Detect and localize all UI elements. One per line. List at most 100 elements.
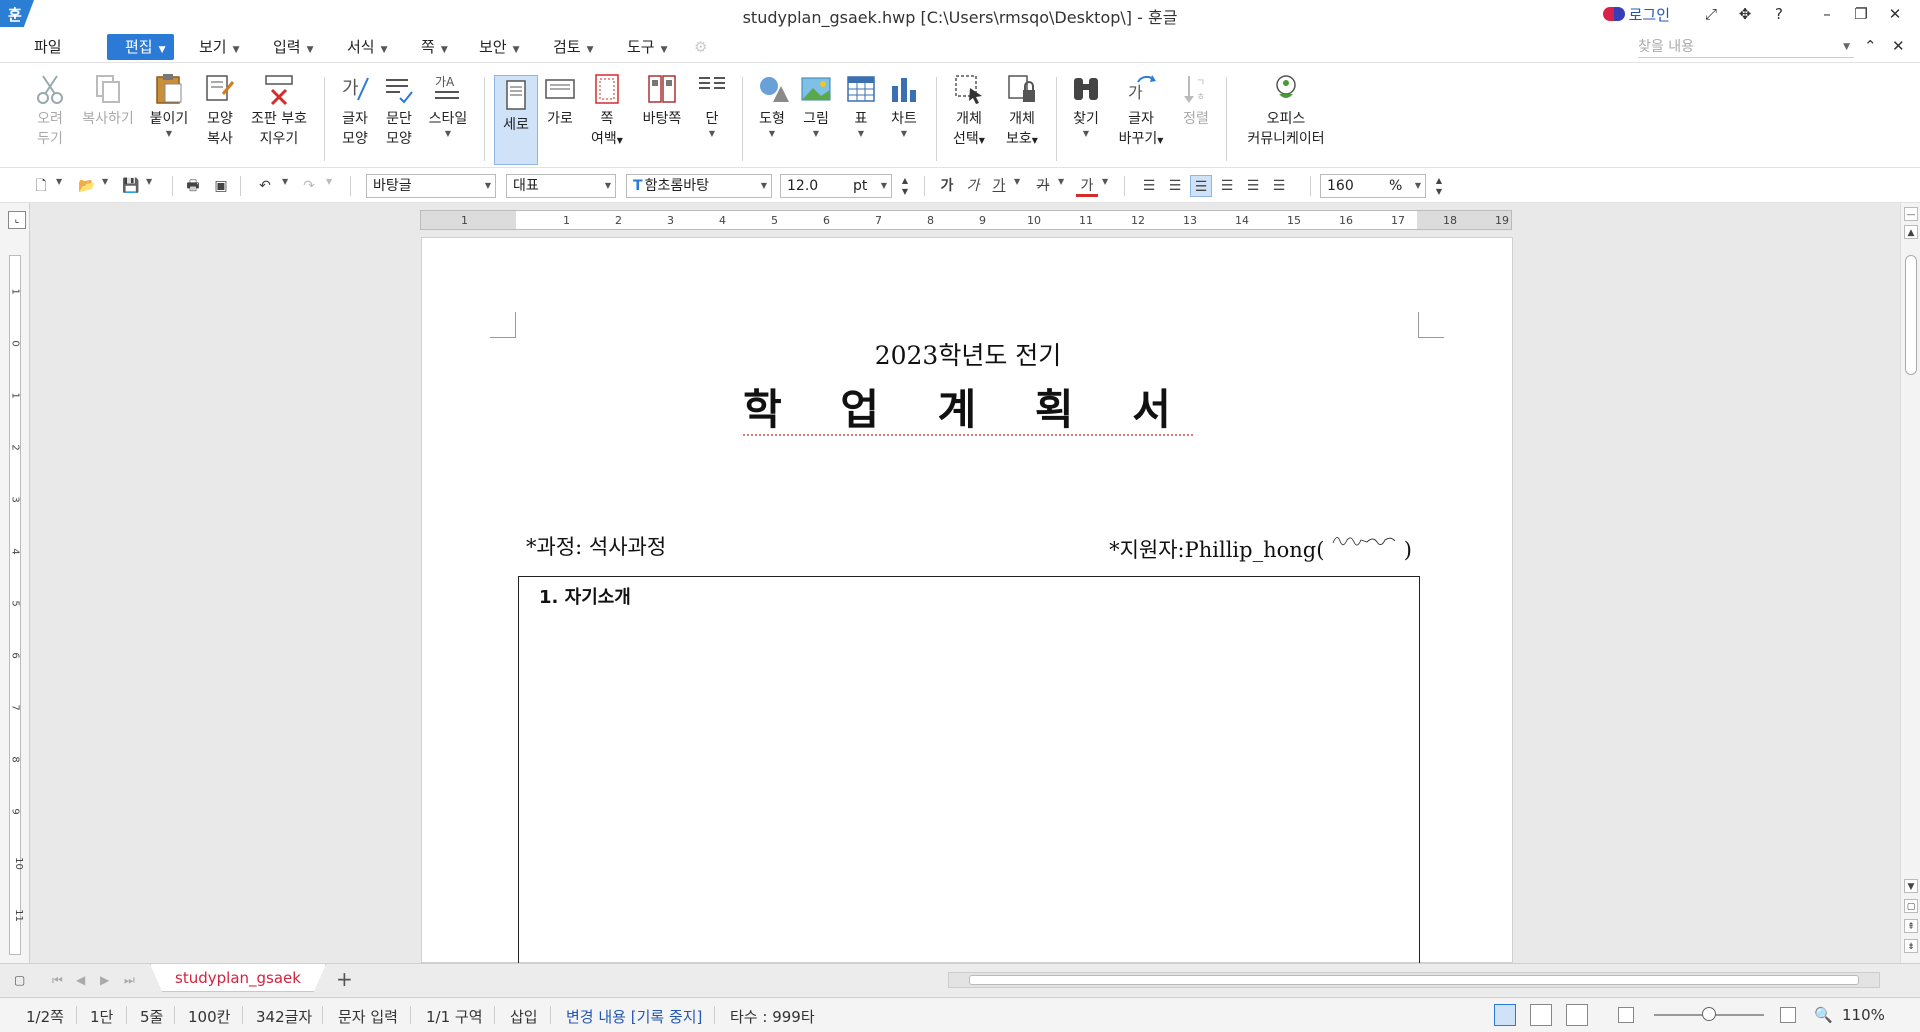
line-spacing-spinner[interactable]: ▲ ▼	[1428, 175, 1450, 197]
new-document-icon[interactable]: 🗋	[30, 175, 52, 197]
status-page[interactable]: 1/2쪽	[26, 1006, 64, 1027]
status-input-mode[interactable]: 문자 입력	[338, 1006, 398, 1027]
copy-button[interactable]: 복사하기	[78, 72, 138, 166]
align-center-icon[interactable]: ☰	[1190, 175, 1212, 197]
horizontal-scrollbar[interactable]	[948, 972, 1880, 988]
horizontal-ruler[interactable]: 1 1 2 3 4 5 6 7 8 9 10 11 12 13 14 15 16…	[420, 210, 1512, 230]
scrollbar-thumb[interactable]	[969, 975, 1859, 985]
next-tab-icon[interactable]: ▶	[100, 973, 109, 987]
last-tab-icon[interactable]: ⏭	[124, 973, 135, 988]
menu-view[interactable]: 보기 ▼	[199, 34, 240, 60]
align-justify-icon[interactable]: ☰	[1138, 175, 1160, 197]
chevron-down-icon[interactable]: ▼	[102, 177, 108, 186]
document-page[interactable]: 2023학년도 전기 학 업 계 획 서 *과정: 석사과정 *지원자:Phil…	[421, 237, 1513, 966]
chevron-down-icon[interactable]: ▼	[1102, 177, 1108, 186]
menu-extra-icon[interactable]: ⚙	[694, 34, 707, 60]
menu-format[interactable]: 서식 ▼	[347, 34, 388, 60]
chevron-down-icon[interactable]: ▼	[282, 177, 288, 186]
document-workspace[interactable]: ⌞ 1 0 1 2 3 4 5 6 7 8 9 10 11 1 1 2 3 4 …	[0, 203, 1920, 966]
font-size-spinner[interactable]: ▲ ▼	[894, 175, 916, 197]
prev-page-icon[interactable]: ⇞	[1904, 919, 1918, 933]
prev-tab-icon[interactable]: ◀	[76, 973, 85, 987]
page-view-icon[interactable]: ▢	[1904, 899, 1918, 913]
first-tab-icon[interactable]: ⏮	[52, 973, 63, 988]
align-distribute-icon[interactable]: ☰	[1242, 175, 1264, 197]
font-color-button[interactable]: 가	[1076, 175, 1098, 197]
office-communicator-button[interactable]: 오피스 커뮤니케이터	[1236, 72, 1336, 166]
print-preview-icon[interactable]: ▣	[210, 175, 232, 197]
cut-button[interactable]: 오려 두기	[28, 72, 72, 166]
select-object-button[interactable]: 개체 선택▼	[946, 72, 992, 166]
font-size-input[interactable]: 12.0 pt ▼	[780, 174, 892, 198]
status-track-changes[interactable]: 변경 내용 [기록 중지]	[566, 1006, 702, 1027]
restore-icon[interactable]: ❐	[1850, 3, 1872, 25]
menu-edit[interactable]: 편집 ▼	[107, 34, 174, 60]
tab-list-icon[interactable]: ▢	[14, 973, 25, 987]
font-select[interactable]: T 함초롬바탕 ▼	[626, 174, 772, 198]
find-input[interactable]: 찾을 내용 ▼	[1638, 36, 1854, 58]
chart-button[interactable]: 차트 ▼	[884, 72, 924, 166]
paste-button[interactable]: 붙이기 ▼	[146, 72, 192, 166]
background-page-button[interactable]: 바탕쪽	[638, 72, 686, 166]
zoom-in-icon[interactable]	[1780, 1007, 1796, 1023]
full-page-view-icon[interactable]	[1566, 1004, 1588, 1026]
line-spacing-input[interactable]: 160 % ▼	[1320, 174, 1426, 198]
split-view-icon[interactable]: ✥	[1734, 3, 1756, 25]
status-insert[interactable]: 삽입	[510, 1006, 538, 1027]
landscape-button[interactable]: 가로	[540, 72, 580, 166]
picture-button[interactable]: 그림 ▼	[796, 72, 836, 166]
align-split-icon[interactable]: ☰	[1268, 175, 1290, 197]
magnifier-icon[interactable]: 🔍	[1814, 1006, 1833, 1024]
bold-button[interactable]: 가	[936, 175, 958, 197]
zoom-slider-handle[interactable]	[1702, 1007, 1716, 1021]
chevron-down-icon[interactable]: ▼	[56, 177, 62, 186]
format-copy-button[interactable]: 모양 복사	[199, 72, 241, 166]
scrollbar-thumb[interactable]	[1905, 255, 1917, 375]
align-right-icon[interactable]: ☰	[1216, 175, 1238, 197]
align-left-icon[interactable]: ☰	[1164, 175, 1186, 197]
italic-button[interactable]: 가	[962, 175, 984, 197]
scroll-top-icon[interactable]: —	[1904, 207, 1918, 221]
ruler-toggle-icon[interactable]: ⌞	[8, 211, 26, 229]
scroll-up-icon[interactable]: ▲	[1904, 225, 1918, 239]
close-icon[interactable]: ✕	[1884, 3, 1906, 25]
menu-tools[interactable]: 도구 ▼	[627, 34, 668, 60]
help-icon[interactable]: ?	[1768, 3, 1790, 25]
zoom-level[interactable]: 110%	[1842, 1006, 1885, 1024]
scroll-down-icon[interactable]: ▼	[1904, 879, 1918, 893]
language-select[interactable]: 대표 ▼	[506, 174, 616, 198]
close-icon[interactable]: ✕	[1892, 37, 1905, 55]
tab-studyplan[interactable]: studyplan_gsaek	[150, 964, 326, 992]
para-shape-button[interactable]: 문단 모양	[377, 72, 421, 166]
chevron-down-icon[interactable]: ▼	[1058, 177, 1064, 186]
save-icon[interactable]: 💾	[120, 175, 142, 197]
chevron-down-icon[interactable]: ▼	[1014, 177, 1020, 186]
zoom-out-icon[interactable]	[1618, 1007, 1634, 1023]
login-button[interactable]: 로그인	[1602, 4, 1670, 25]
menu-security[interactable]: 보안 ▼	[479, 34, 520, 60]
columns-button[interactable]: 단 ▼	[694, 72, 730, 166]
open-folder-icon[interactable]: 📂	[76, 175, 98, 197]
menu-file[interactable]: 파일	[34, 34, 62, 60]
strikethrough-button[interactable]: 가	[1032, 175, 1054, 197]
style-button[interactable]: 가A 스타일 ▼	[424, 72, 472, 166]
redo-icon[interactable]: ↷	[298, 175, 320, 197]
normal-view-icon[interactable]	[1494, 1004, 1516, 1026]
sort-button[interactable]: ㄱㅎ 정렬	[1176, 72, 1216, 166]
next-page-icon[interactable]: ⇟	[1904, 939, 1918, 953]
menu-review[interactable]: 검토 ▼	[553, 34, 594, 60]
protect-object-button[interactable]: 개체 보호▼	[998, 72, 1046, 166]
add-tab-button[interactable]: +	[336, 967, 353, 991]
find-button[interactable]: 찾기 ▼	[1066, 72, 1106, 166]
menu-input[interactable]: 입력 ▼	[273, 34, 314, 60]
print-icon[interactable]: 🖶	[182, 175, 204, 197]
chevron-down-icon[interactable]: ▼	[326, 177, 332, 186]
shapes-button[interactable]: 도형 ▼	[752, 72, 792, 166]
minimize-icon[interactable]: –	[1816, 3, 1838, 25]
intro-section-box[interactable]: 1. 자기소개	[518, 576, 1420, 966]
char-shape-button[interactable]: 가 글자 모양	[333, 72, 377, 166]
style-select[interactable]: 바탕글 ▼	[366, 174, 496, 198]
page-margin-button[interactable]: 쪽 여백▼	[587, 72, 627, 166]
underline-button[interactable]: 가	[988, 175, 1010, 197]
chevron-down-icon[interactable]: ▼	[146, 177, 152, 186]
